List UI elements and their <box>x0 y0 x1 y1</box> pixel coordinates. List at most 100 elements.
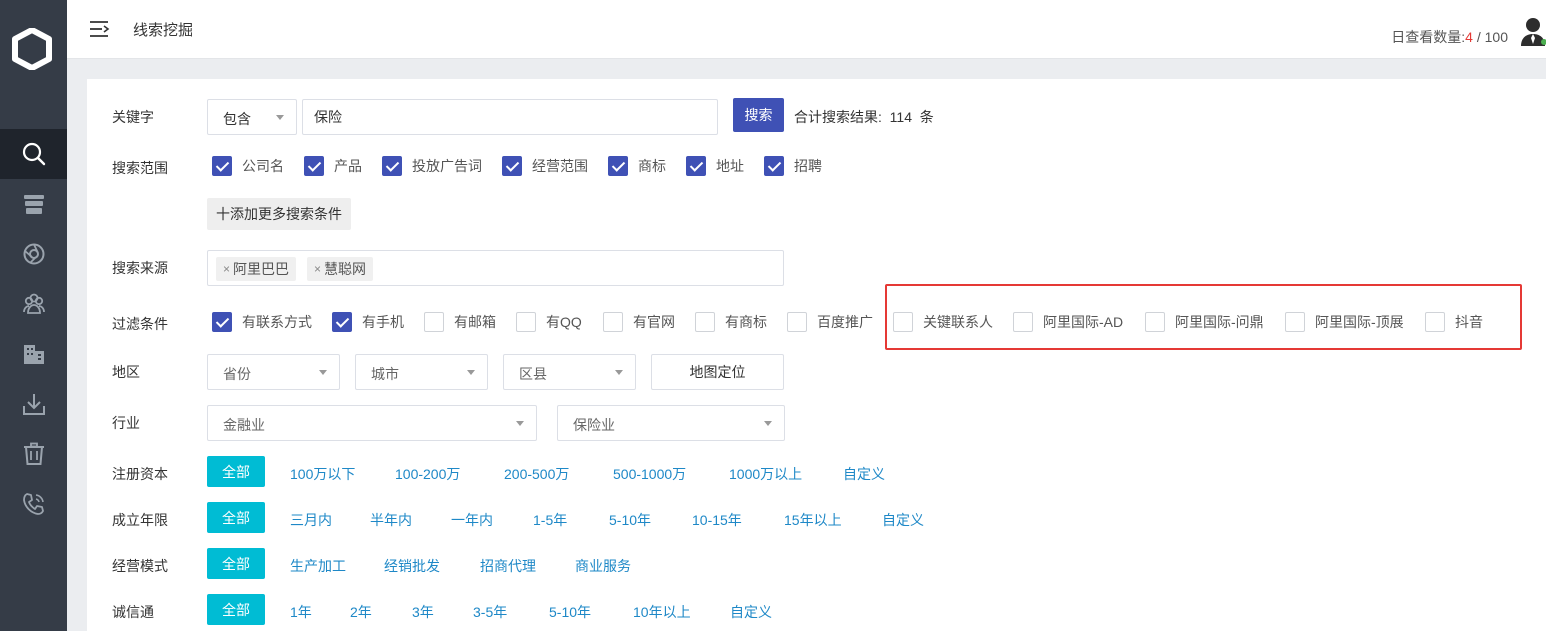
capital-option[interactable]: 100万以下 <box>290 464 355 484</box>
tag-remove-icon[interactable]: × <box>223 262 230 276</box>
nav-building[interactable] <box>0 329 67 379</box>
menu-toggle-icon[interactable] <box>89 20 111 38</box>
scope-option-label: 经营范围 <box>532 158 588 174</box>
scope-checkbox-address[interactable]: 地址 <box>686 156 744 176</box>
credit-option[interactable]: 3-5年 <box>473 602 507 622</box>
scope-checkbox-trademark[interactable]: 商标 <box>608 156 666 176</box>
trash-icon <box>23 442 44 465</box>
source-tag[interactable]: × 慧聪网 <box>307 257 374 281</box>
filter-checkbox-contact[interactable]: 有联系方式 <box>212 312 312 332</box>
quota-used: 4 <box>1465 29 1473 45</box>
filter-checkbox-website[interactable]: 有官网 <box>603 312 675 332</box>
credit-option[interactable]: 1年 <box>290 602 312 622</box>
nav-users[interactable] <box>0 279 67 329</box>
result-prefix: 合计搜索结果: <box>794 109 882 125</box>
industry-primary-select[interactable]: 金融业 <box>207 405 537 441</box>
credit-option-custom[interactable]: 自定义 <box>730 602 772 622</box>
search-icon <box>22 142 45 166</box>
quota-separator: / <box>1472 29 1485 45</box>
age-option[interactable]: 15年以上 <box>784 510 842 530</box>
source-tag-input[interactable]: × 阿里巴巴 × 慧聪网 <box>207 250 784 286</box>
building-icon <box>23 345 44 364</box>
checkbox-checked-icon <box>502 156 522 176</box>
capital-option[interactable]: 200-500万 <box>504 464 569 484</box>
scope-option-label: 招聘 <box>794 158 822 174</box>
credit-option[interactable]: 10年以上 <box>633 602 691 622</box>
nav-aperture[interactable] <box>0 229 67 279</box>
scope-checkbox-business-scope[interactable]: 经营范围 <box>502 156 588 176</box>
search-button[interactable]: 搜索 <box>733 98 784 132</box>
top-header: 线索挖掘 日查看数量:4 / 100 <box>67 0 1546 59</box>
nav-phone[interactable] <box>0 479 67 529</box>
age-option-all[interactable]: 全部 <box>207 502 265 533</box>
age-option[interactable]: 三月内 <box>290 510 332 530</box>
district-placeholder: 区县 <box>519 366 547 382</box>
credit-option[interactable]: 5-10年 <box>549 602 591 622</box>
mode-option-all[interactable]: 全部 <box>207 548 265 579</box>
source-tag[interactable]: × 阿里巴巴 <box>216 257 297 281</box>
highlight-box <box>885 284 1522 350</box>
checkbox-icon <box>424 312 444 332</box>
age-option[interactable]: 半年内 <box>370 510 412 530</box>
keyword-label: 关键字 <box>112 109 154 125</box>
scope-checkbox-company[interactable]: 公司名 <box>212 156 284 176</box>
nav-database[interactable] <box>0 179 67 229</box>
filter-label: 过滤条件 <box>112 316 168 332</box>
scope-checkbox-product[interactable]: 产品 <box>304 156 362 176</box>
source-tag-label: 阿里巴巴 <box>233 261 290 277</box>
mode-option[interactable]: 经销批发 <box>384 556 440 576</box>
credit-option-all[interactable]: 全部 <box>207 594 265 625</box>
scope-checkbox-recruit[interactable]: 招聘 <box>764 156 822 176</box>
filter-checkbox-trademark[interactable]: 有商标 <box>695 312 767 332</box>
capital-option[interactable]: 1000万以上 <box>729 464 802 484</box>
credit-option[interactable]: 3年 <box>412 602 434 622</box>
mode-option[interactable]: 商业服务 <box>575 556 631 576</box>
chevron-down-icon <box>516 421 524 426</box>
nav-download[interactable] <box>0 379 67 429</box>
nav-trash[interactable] <box>0 429 67 479</box>
tag-remove-icon[interactable]: × <box>314 262 321 276</box>
province-select[interactable]: 省份 <box>207 354 340 390</box>
city-select[interactable]: 城市 <box>355 354 488 390</box>
filter-option-label: 有手机 <box>362 314 404 330</box>
district-select[interactable]: 区县 <box>503 354 636 390</box>
mode-option[interactable]: 招商代理 <box>480 556 536 576</box>
checkbox-checked-icon <box>686 156 706 176</box>
filter-checkbox-mobile[interactable]: 有手机 <box>332 312 404 332</box>
chevron-down-icon <box>276 115 284 120</box>
filter-checkbox-qq[interactable]: 有QQ <box>516 312 582 332</box>
industry-primary-value: 金融业 <box>223 417 265 433</box>
capital-option-custom[interactable]: 自定义 <box>843 464 885 484</box>
scope-checkbox-ad-words[interactable]: 投放广告词 <box>382 156 482 176</box>
filter-panel: 关键字 包含 搜索 合计搜索结果: 114 条 搜索范围 公司名 产品 投放广告… <box>87 79 1546 631</box>
filter-option-label: 有商标 <box>725 314 767 330</box>
age-option[interactable]: 1-5年 <box>533 510 567 530</box>
mode-option[interactable]: 生产加工 <box>290 556 346 576</box>
user-avatar-icon[interactable] <box>1520 16 1546 46</box>
app-logo[interactable] <box>11 28 53 70</box>
age-option-custom[interactable]: 自定义 <box>882 510 924 530</box>
chevron-down-icon <box>319 370 327 375</box>
map-locate-button[interactable]: 地图定位 <box>651 354 784 390</box>
add-more-conditions-button[interactable]: 十添加更多搜索条件 <box>207 198 351 230</box>
filter-checkbox-baidu[interactable]: 百度推广 <box>787 312 873 332</box>
scope-option-label: 投放广告词 <box>412 158 482 174</box>
nav-search[interactable] <box>0 129 67 179</box>
capital-option[interactable]: 100-200万 <box>395 464 460 484</box>
download-icon <box>22 394 45 415</box>
filter-checkbox-email[interactable]: 有邮箱 <box>424 312 496 332</box>
keyword-mode-select[interactable]: 包含 <box>207 99 297 135</box>
scope-option-label: 产品 <box>334 158 362 174</box>
chevron-down-icon <box>615 370 623 375</box>
capital-option-all[interactable]: 全部 <box>207 456 265 487</box>
capital-option[interactable]: 500-1000万 <box>613 464 686 484</box>
age-option[interactable]: 5-10年 <box>609 510 651 530</box>
aperture-icon <box>23 243 44 265</box>
filter-option-label: 有邮箱 <box>454 314 496 330</box>
credit-option[interactable]: 2年 <box>350 602 372 622</box>
age-option[interactable]: 一年内 <box>451 510 493 530</box>
keyword-input[interactable] <box>302 99 718 135</box>
industry-secondary-select[interactable]: 保险业 <box>557 405 785 441</box>
age-option[interactable]: 10-15年 <box>692 510 742 530</box>
industry-label: 行业 <box>112 415 140 431</box>
